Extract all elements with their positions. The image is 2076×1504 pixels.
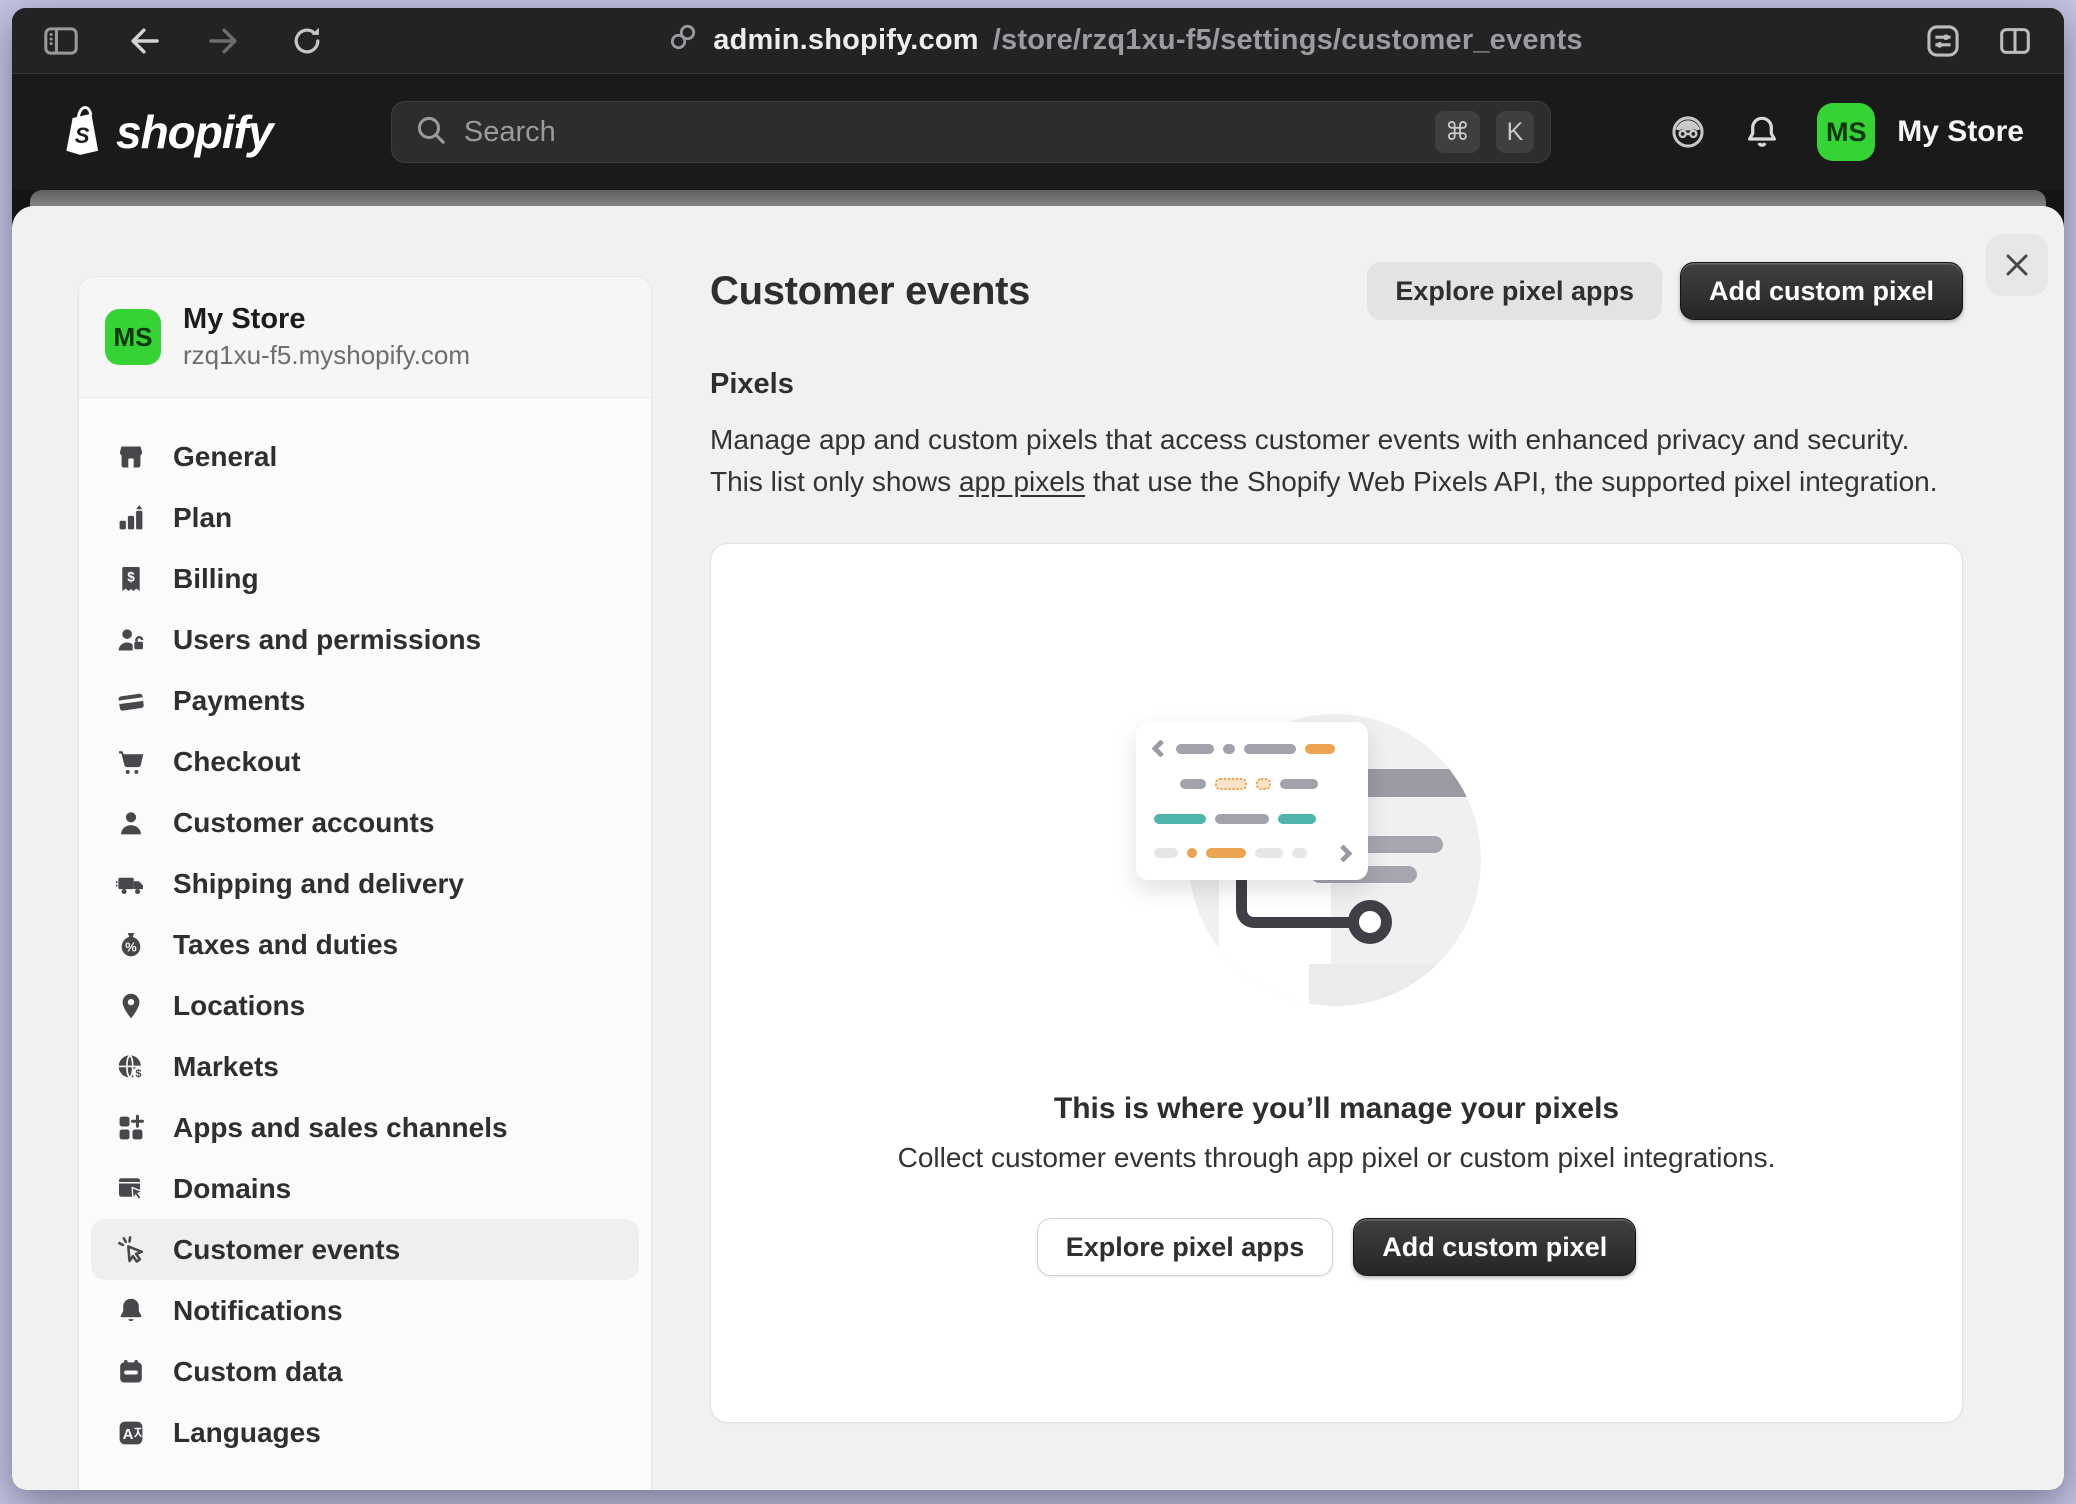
empty-state-body: Collect customer events through app pixe… [898,1142,1776,1174]
address-bar[interactable]: admin.shopify.com/store/rzq1xu-f5/settin… [326,21,1924,61]
settings-modal: MS My Store rzq1xu-f5.myshopify.com Gene… [12,206,2064,1490]
cursor-click-icon [115,1234,147,1266]
account-name: My Store [1897,115,2024,149]
tax-bag-icon: % [115,929,147,961]
settings-nav: General Plan $ Billing Users and permiss… [79,398,651,1463]
store-icon [115,441,147,473]
add-custom-pixel-button[interactable]: Add custom pixel [1680,262,1963,320]
store-domain: rzq1xu-f5.myshopify.com [183,340,470,371]
shopify-logo[interactable]: S shopify [56,103,273,161]
bell-icon [115,1295,147,1327]
global-search[interactable]: ⌘ K [391,101,1551,163]
plan-icon [115,502,147,534]
account-avatar[interactable]: MS [1817,103,1875,161]
explore-pixel-apps-button[interactable]: Explore pixel apps [1367,262,1662,320]
pixels-empty-state-card: This is where you’ll manage your pixels … [710,543,1963,1423]
shopify-wordmark: shopify [116,105,273,159]
search-input[interactable] [464,116,1419,149]
split-view-icon[interactable] [1996,22,2034,60]
search-icon [414,113,448,152]
explore-pixel-apps-button-secondary[interactable]: Explore pixel apps [1037,1218,1334,1276]
map-pin-icon [115,990,147,1022]
add-custom-pixel-button-secondary[interactable]: Add custom pixel [1353,1218,1636,1276]
store-header[interactable]: MS My Store rzq1xu-f5.myshopify.com [79,277,651,398]
pixels-description: Manage app and custom pixels that access… [710,419,1963,503]
close-icon[interactable] [1986,234,2048,296]
svg-text:%: % [125,939,137,954]
connector-ring [1348,900,1392,944]
data-icon [115,1356,147,1388]
sidebar-item-plan[interactable]: Plan [91,487,639,548]
domains-icon [115,1173,147,1205]
svg-text:S: S [75,123,90,148]
translate-icon: A [115,1417,147,1449]
link-icon [667,21,699,61]
browser-window: admin.shopify.com/store/rzq1xu-f5/settin… [12,8,2064,1490]
sidebar-item-locations[interactable]: Locations [91,975,639,1036]
svg-text:A: A [123,1426,134,1443]
shopify-topbar: S shopify ⌘ K MS My Store [12,74,2064,190]
sidekick-icon[interactable] [1669,113,1707,151]
sidebar-item-customer-accounts[interactable]: Customer accounts [91,792,639,853]
shortcut-k-key: K [1496,111,1534,153]
store-avatar: MS [105,309,161,365]
apps-grid-icon [115,1112,147,1144]
sidebar-item-notifications[interactable]: Notifications [91,1280,639,1341]
globe-icon: $ [115,1051,147,1083]
shopify-bag-icon: S [56,103,108,161]
person-icon [115,807,147,839]
sidebar-item-payments[interactable]: Payments [91,670,639,731]
store-name: My Store [183,303,470,336]
reload-button[interactable] [288,22,326,60]
sidebar-item-billing[interactable]: $ Billing [91,548,639,609]
customer-events-page: Customer events Explore pixel apps Add c… [710,206,1963,1423]
sidebar-item-checkout[interactable]: Checkout [91,731,639,792]
sidebar-item-apps[interactable]: Apps and sales channels [91,1097,639,1158]
forward-button[interactable] [206,22,244,60]
url-host: admin.shopify.com [713,24,979,57]
settings-sidebar: MS My Store rzq1xu-f5.myshopify.com Gene… [78,276,652,1490]
pixels-illustration [1122,714,1552,1014]
payments-icon [115,685,147,717]
sidebar-item-custom-data[interactable]: Custom data [91,1341,639,1402]
sidebar-toggle-icon[interactable] [42,22,80,60]
sidebar-item-users[interactable]: Users and permissions [91,609,639,670]
sidebar-item-shipping[interactable]: Shipping and delivery [91,853,639,914]
page-title: Customer events [710,269,1030,314]
truck-icon [115,868,147,900]
svg-text:$: $ [135,1067,142,1079]
sidebar-item-taxes[interactable]: % Taxes and duties [91,914,639,975]
empty-state-heading: This is where you’ll manage your pixels [1054,1092,1619,1126]
sidebar-item-languages[interactable]: A Languages [91,1402,639,1463]
url-path: /store/rzq1xu-f5/settings/customer_event… [993,24,1583,57]
sidebar-item-markets[interactable]: $ Markets [91,1036,639,1097]
billing-icon: $ [115,563,147,595]
pixels-heading: Pixels [710,368,1963,401]
sidebar-item-customer-events[interactable]: Customer events [91,1219,639,1280]
app-pixels-link[interactable]: app pixels [959,466,1085,497]
notifications-bell-icon[interactable] [1743,113,1781,151]
back-button[interactable] [124,22,162,60]
page-settings-icon[interactable] [1924,22,1962,60]
svg-text:$: $ [127,569,135,584]
page-backdrop: MS My Store rzq1xu-f5.myshopify.com Gene… [12,190,2064,1490]
shortcut-cmd-key: ⌘ [1435,111,1480,153]
cart-icon [115,746,147,778]
code-snippet-card [1136,722,1368,880]
users-icon [115,624,147,656]
sidebar-item-general[interactable]: General [91,426,639,487]
sidebar-item-domains[interactable]: Domains [91,1158,639,1219]
browser-toolbar: admin.shopify.com/store/rzq1xu-f5/settin… [12,8,2064,74]
